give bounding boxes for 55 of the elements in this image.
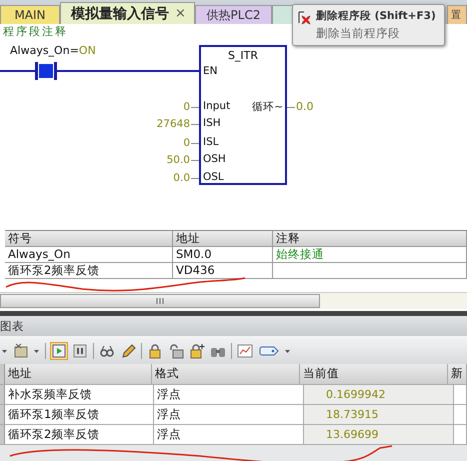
value-cell: 18.73915 (304, 405, 454, 424)
input-value: 0 (183, 136, 190, 151)
network-comment: 程序段注释 (2, 24, 69, 39)
pause-icon[interactable] (72, 343, 88, 359)
pin-label: ISH (203, 116, 221, 130)
scrollbar-thumb[interactable] (0, 294, 320, 308)
pin-label: OSL (203, 170, 224, 184)
table-cell: 始终接通 (273, 247, 467, 262)
pin-label: 循环~ (252, 100, 283, 114)
column-header[interactable]: 格式 (152, 364, 300, 384)
lock-plus-icon[interactable] (189, 343, 205, 359)
tooltip-title: 删除程序段 (Shift+F3) (316, 9, 436, 23)
column-header[interactable]: 新 (448, 364, 467, 384)
contact-label: Always_On=ON (10, 44, 96, 57)
tab[interactable]: 置 (447, 5, 467, 24)
output-value: 0.0 (296, 99, 314, 115)
tab[interactable]: MAIN (0, 5, 60, 24)
table-delete-icon[interactable] (13, 343, 29, 359)
input-value: 0.0 (173, 171, 190, 186)
column-header[interactable]: 当前值 (300, 364, 448, 384)
block-name: S_ITR (226, 49, 260, 62)
input-value: 0 (183, 100, 190, 115)
tab[interactable]: 模拟量输入信号 × (60, 2, 195, 24)
lock-icon[interactable] (147, 343, 163, 359)
column-header[interactable]: 符号 (5, 231, 173, 246)
grip-icon (156, 297, 164, 305)
pin-label: EN (203, 64, 218, 78)
table-cell: 循环泵2频率反馈 (5, 263, 173, 278)
value-cell: 13.69699 (304, 425, 454, 444)
table-cell: 循环泵2频率反馈 (5, 425, 154, 444)
chart-icon[interactable] (237, 343, 253, 359)
tab[interactable]: 供热PLC2 (195, 5, 272, 24)
delete-icon (296, 9, 312, 25)
column-header[interactable]: 注释 (273, 231, 467, 246)
unlock-icon[interactable] (168, 343, 184, 359)
table-cell: 循环泵1频率反馈 (5, 405, 154, 424)
pin-label: ISL (203, 135, 219, 149)
pin-label: Input (203, 99, 230, 113)
input-value: 50.0 (166, 153, 190, 168)
input-value: 27648 (156, 117, 190, 132)
glasses-icon[interactable] (99, 343, 115, 359)
panel-title: 图表 (0, 316, 467, 338)
column-header[interactable]: 地址 (4, 364, 152, 384)
function-block[interactable]: S_ITR EN Input ISH ISL OSH OSL 循环~ (199, 45, 287, 185)
close-icon[interactable]: × (175, 6, 186, 21)
play-icon[interactable] (51, 343, 67, 359)
table-cell: Always_On (5, 247, 173, 262)
table-cell: 补水泵频率反馈 (5, 385, 154, 404)
column-header[interactable]: 地址 (173, 231, 273, 246)
table-cell: VD436 (173, 263, 273, 278)
pin-label: OSH (203, 152, 226, 166)
pencil-icon[interactable] (120, 343, 136, 359)
value-cell: 0.1699942 (304, 385, 454, 404)
tooltip-description: 删除当前程序段 (316, 26, 401, 41)
table-cell: SM0.0 (173, 247, 273, 262)
